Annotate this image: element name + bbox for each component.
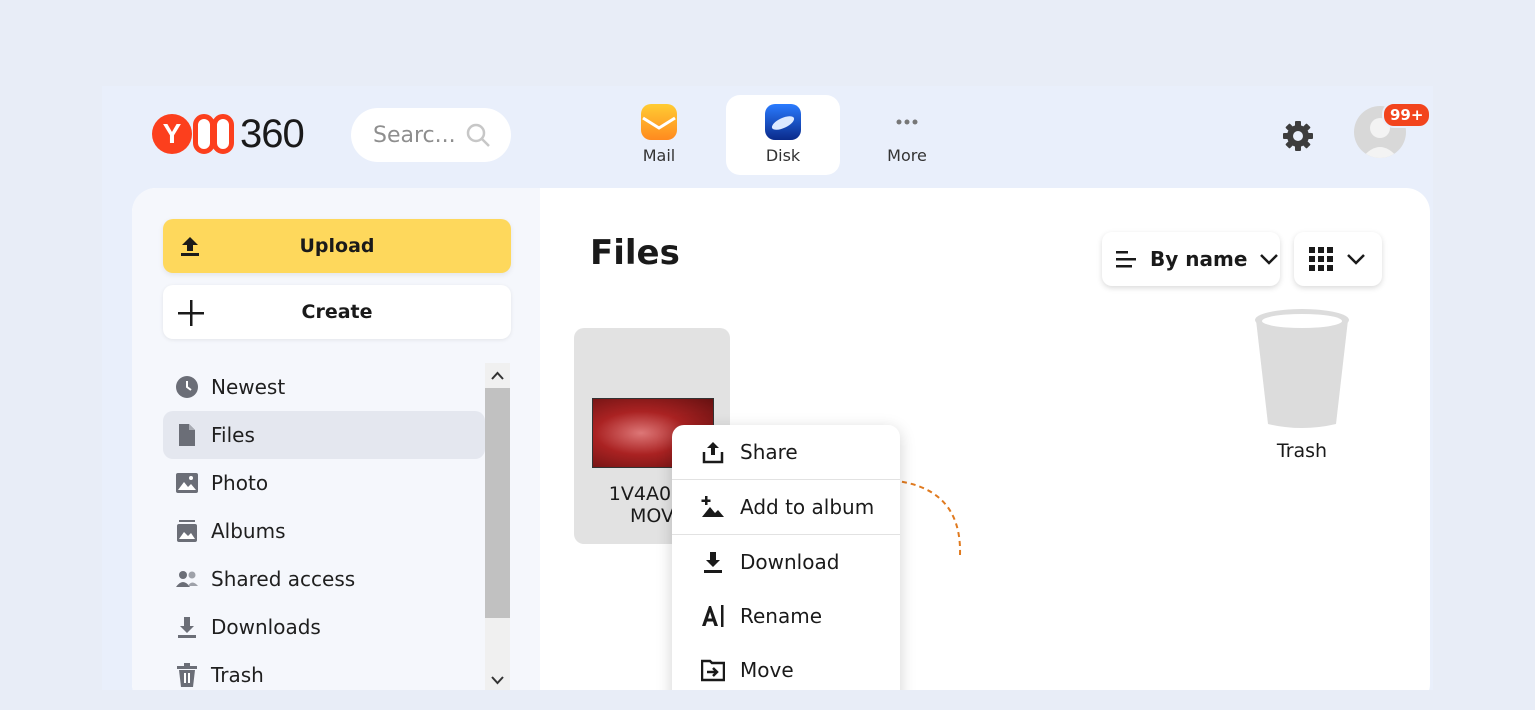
yandex-y-icon: Y	[152, 114, 192, 154]
trash-folder[interactable]: Trash	[1252, 308, 1352, 462]
sidebar-item-label: Albums	[211, 519, 286, 543]
mail-icon	[641, 104, 677, 140]
scrollbar-thumb[interactable]	[485, 388, 510, 618]
sidebar-item-trash[interactable]: Trash	[163, 651, 485, 690]
menu-item-label: Move	[740, 658, 794, 682]
sidebar-item-label: Newest	[211, 375, 286, 399]
add-to-album-icon	[700, 494, 726, 520]
scroll-down-arrow-icon[interactable]	[490, 671, 505, 690]
create-label: Create	[301, 301, 373, 323]
sidebar-item-albums[interactable]: Albums	[163, 507, 485, 555]
search-icon[interactable]	[465, 122, 491, 152]
grid-icon	[1308, 246, 1334, 272]
sidebar-item-label: Downloads	[211, 615, 321, 639]
app-mail-label: Mail	[642, 146, 676, 165]
photo-icon	[175, 471, 199, 495]
sidebar-item-photo[interactable]: Photo	[163, 459, 485, 507]
logo-rings-icon	[193, 114, 234, 154]
menu-item-label: Share	[740, 440, 798, 464]
sidebar-scrollbar[interactable]	[485, 363, 510, 690]
menu-item-label: Download	[740, 550, 840, 574]
download-icon	[700, 549, 726, 575]
download-icon	[175, 615, 199, 639]
app-window: Y 360 Mail Disk More	[102, 86, 1433, 690]
sort-label: By name	[1150, 247, 1248, 271]
sidebar-item-label: Trash	[211, 663, 264, 687]
sidebar-item-files[interactable]: Files	[163, 411, 485, 459]
more-icon	[889, 104, 925, 140]
chevron-down-icon	[1346, 252, 1366, 266]
disk-icon	[765, 104, 801, 140]
menu-item-move[interactable]: Move	[672, 643, 900, 690]
app-more[interactable]: More	[850, 95, 964, 175]
scroll-up-arrow-icon[interactable]	[490, 367, 505, 386]
app-mail[interactable]: Mail	[602, 95, 716, 175]
rename-icon	[700, 603, 726, 629]
notification-badge: 99+	[1382, 102, 1432, 128]
albums-icon	[175, 519, 199, 543]
search-box[interactable]	[351, 108, 511, 162]
sort-lines-icon	[1116, 249, 1138, 269]
menu-item-download[interactable]: Download	[672, 534, 900, 589]
sidebar: Upload Create Newest Files Photo Albums …	[132, 188, 540, 690]
upload-label: Upload	[299, 235, 375, 257]
app-disk-label: Disk	[765, 146, 801, 165]
sidebar-item-shared-access[interactable]: Shared access	[163, 555, 485, 603]
app-more-label: More	[887, 146, 927, 165]
sidebar-item-label: Shared access	[211, 567, 356, 591]
file-icon	[175, 423, 199, 447]
sidebar-item-newest[interactable]: Newest	[163, 363, 485, 411]
create-button[interactable]: Create	[163, 285, 511, 339]
sidebar-nav: Newest Files Photo Albums Shared access	[163, 363, 485, 690]
main-panel: Upload Create Newest Files Photo Albums …	[132, 188, 1430, 690]
upload-icon	[177, 233, 203, 264]
sort-button[interactable]: By name	[1102, 232, 1280, 286]
move-icon	[700, 657, 726, 683]
context-menu: Share Add to album Download Rename Move	[672, 425, 900, 690]
menu-item-label: Rename	[740, 604, 823, 628]
yandex-360-logo[interactable]: Y 360	[152, 111, 305, 156]
clock-icon	[175, 375, 199, 399]
menu-item-share[interactable]: Share	[672, 425, 900, 479]
upload-button[interactable]: Upload	[163, 219, 511, 273]
settings-gear-icon[interactable]	[1280, 118, 1316, 158]
trash-icon	[175, 663, 199, 687]
menu-item-rename[interactable]: Rename	[672, 589, 900, 643]
menu-item-label: Add to album	[740, 495, 875, 519]
users-icon	[175, 567, 199, 591]
trash-bin-icon	[1255, 309, 1349, 428]
menu-item-add-to-album[interactable]: Add to album	[672, 479, 900, 534]
logo-text: 360	[240, 111, 305, 156]
trash-label: Trash	[1276, 440, 1328, 462]
share-icon	[700, 439, 726, 465]
sidebar-item-downloads[interactable]: Downloads	[163, 603, 485, 651]
plus-icon	[177, 299, 205, 332]
app-switcher: Mail Disk More	[602, 95, 974, 175]
app-disk[interactable]: Disk	[726, 95, 840, 175]
sidebar-item-label: Files	[211, 423, 255, 447]
view-mode-button[interactable]	[1294, 232, 1382, 286]
page-title: Files	[590, 233, 680, 273]
chevron-down-icon	[1259, 252, 1279, 266]
sidebar-item-label: Photo	[211, 471, 269, 495]
search-input[interactable]	[371, 121, 470, 149]
